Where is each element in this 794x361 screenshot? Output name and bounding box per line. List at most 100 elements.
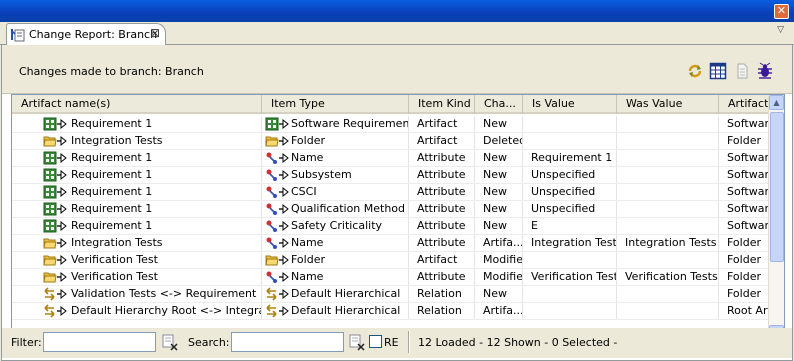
col-item-kind-cell: Artifact <box>409 252 475 268</box>
col-item-type-text: Name <box>291 270 324 283</box>
col-was-value-cell: Integration Tests <box>617 235 719 251</box>
col-change-cell: New <box>475 286 523 302</box>
col-artifact-name-text: Requirement 1 <box>71 202 153 215</box>
col-item-type-cell: CSCI <box>262 184 409 200</box>
refresh-icon[interactable] <box>686 62 704 80</box>
col-item-kind-cell: Attribute <box>409 184 475 200</box>
col-was-value-cell: Verification Tests <box>617 269 719 285</box>
table-row[interactable]: Verification Test Folder Artifact Modified F… <box>12 252 779 269</box>
col-is-value-text: Verification Test <box>531 270 617 283</box>
status-separator <box>408 331 410 353</box>
col-item-type-text: Safety Criticality <box>291 219 383 232</box>
col-change-text: New <box>483 287 507 300</box>
col-is-value-header[interactable]: Is Value <box>523 95 617 114</box>
col-was-value-header[interactable]: Was Value <box>617 95 719 114</box>
view-menu-icon[interactable]: ▽ <box>777 25 784 35</box>
tab-close-icon[interactable]: ⊠ <box>150 26 160 40</box>
col-is-value-cell: Requirement 1 <box>523 150 617 166</box>
clear-search-icon[interactable] <box>348 333 366 351</box>
table-row[interactable]: Integration Tests Folder Artifact Deleted Fo… <box>12 133 779 150</box>
col-is-value-cell <box>523 116 617 132</box>
col-artifact-name-cell: Requirement 1 <box>12 184 262 200</box>
col-change-text: New <box>483 185 507 198</box>
col-item-kind-text: Attribute <box>417 168 466 181</box>
col-change-cell: Artifa... <box>475 303 523 319</box>
col-artifact-name-cell: Verification Test <box>12 252 262 268</box>
scroll-up-icon[interactable]: ▲ <box>769 95 784 110</box>
search-input[interactable] <box>231 332 344 352</box>
col-is-value-text: E <box>531 219 538 232</box>
col-artifact-name-text: Requirement 1 <box>71 219 153 232</box>
col-artifact-name-cell: Integration Tests <box>12 133 262 149</box>
col-item-kind-text: Attribute <box>417 151 466 164</box>
col-is-value-cell <box>523 303 617 319</box>
search-label: Search: <box>188 336 230 349</box>
table-row[interactable]: Requirement 1 CSCI Attribute New Unspecified… <box>12 184 779 201</box>
col-is-value-cell: Unspecified <box>523 201 617 217</box>
col-change-cell: New <box>475 218 523 234</box>
document-icon[interactable] <box>733 62 751 80</box>
table-row[interactable]: Requirement 1 Name Attribute New Requirement… <box>12 150 779 167</box>
clear-filter-icon[interactable] <box>161 333 179 351</box>
attribute-icon <box>265 202 289 216</box>
window-close-icon[interactable]: ✕ <box>774 4 789 19</box>
col-change-cell: New <box>475 167 523 183</box>
col-change-text: Modified <box>483 270 523 283</box>
col-item-type-header[interactable]: Item Type <box>262 95 409 114</box>
col-artifact-name-text: Integration Tests <box>71 236 163 249</box>
col-artifact-type-text: Folder <box>727 253 761 266</box>
col-artifact-name-header[interactable]: Artifact name(s) <box>12 95 262 114</box>
table-row[interactable]: Validation Tests <-> Requirement 1 Defaul… <box>12 286 779 303</box>
tab-title: Change Report: Branch <box>29 28 158 41</box>
table-row[interactable]: Default Hierarchy Root <-> Integration De… <box>12 303 779 320</box>
col-item-type-cell: Name <box>262 235 409 251</box>
col-item-type-text: Name <box>291 151 324 164</box>
branch-changes-label: Changes made to branch: Branch <box>19 65 204 78</box>
table-row[interactable]: Requirement 1 Safety Criticality Attribute… <box>12 218 779 235</box>
table-row[interactable]: Verification Test Name Attribute Modified Ve… <box>12 269 779 286</box>
vertical-scroll-thumb[interactable] <box>770 112 784 262</box>
filter-input[interactable] <box>43 332 156 352</box>
regex-checkbox[interactable] <box>369 335 382 348</box>
col-item-type-cell: Folder <box>262 133 409 149</box>
attribute-icon <box>265 219 289 233</box>
col-item-kind-text: Artifact <box>417 117 458 130</box>
col-item-kind-text: Attribute <box>417 236 466 249</box>
table-row[interactable]: Requirement 1 Qualification Method Attribu… <box>12 201 779 218</box>
col-artifact-name-text: Requirement 1 <box>71 117 153 130</box>
col-is-value-cell: Unspecified <box>523 184 617 200</box>
requirement-icon <box>43 151 67 165</box>
col-artifact-name-text: Default Hierarchy Root <-> Integration <box>71 304 261 317</box>
report-header: Changes made to branch: Branch <box>2 45 792 94</box>
table-row[interactable]: Requirement 1 Subsystem Attribute New Unspec… <box>12 167 779 184</box>
col-artifact-name-text: Integration Tests <box>71 134 163 147</box>
col-change-cell: New <box>475 150 523 166</box>
col-is-value-cell: Verification Test <box>523 269 617 285</box>
col-was-value-cell <box>617 133 719 149</box>
col-item-type-text: Name <box>291 236 324 249</box>
col-item-type-cell: Folder <box>262 252 409 268</box>
tab-change-report[interactable]: Change Report: Branch ⊠ <box>6 23 166 46</box>
col-item-type-cell: Default Hierarchical <box>262 286 409 302</box>
col-change-text: New <box>483 168 507 181</box>
col-item-type-cell: Qualification Method <box>262 201 409 217</box>
status-text: 12 Loaded - 12 Shown - 0 Selected - <box>418 336 618 349</box>
col-change-header[interactable]: Cha... <box>475 95 523 114</box>
col-is-value-text: Requirement 1 <box>531 151 613 164</box>
table-row[interactable]: Requirement 1 Software Requirement Artifac… <box>12 116 779 133</box>
col-is-value-cell: Integration Tests <box>523 235 617 251</box>
col-item-kind-cell: Artifact <box>409 116 475 132</box>
col-was-value-cell <box>617 218 719 234</box>
col-is-value-text: Unspecified <box>531 202 596 215</box>
bug-icon[interactable] <box>756 62 774 80</box>
table-row[interactable]: Integration Tests Name Attribute Artifa... I… <box>12 235 779 252</box>
folder-icon <box>43 270 67 284</box>
col-item-type-cell: Name <box>262 269 409 285</box>
table-settings-icon[interactable] <box>709 62 727 80</box>
vertical-scrollbar[interactable]: ▲ ▼ <box>768 95 784 340</box>
col-change-cell: New <box>475 201 523 217</box>
attribute-icon <box>265 236 289 250</box>
col-item-kind-text: Artifact <box>417 134 458 147</box>
col-item-kind-header[interactable]: Item Kind <box>409 95 475 114</box>
col-is-value-text: Unspecified <box>531 168 596 181</box>
